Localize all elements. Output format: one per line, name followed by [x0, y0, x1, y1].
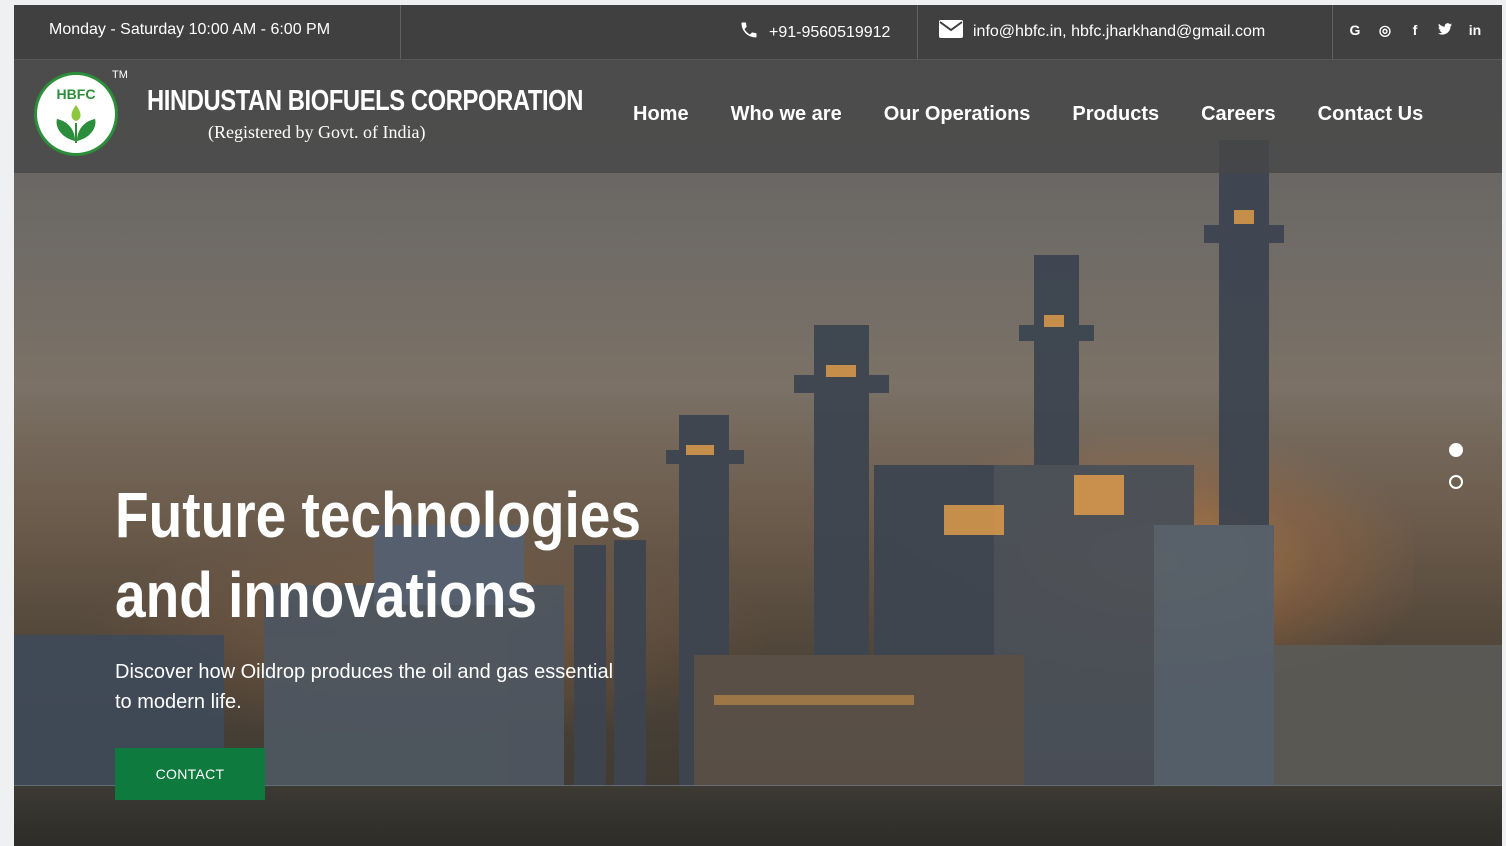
hero-title-line-2: and innovations: [115, 559, 537, 631]
hbfc-logo[interactable]: HBFC: [34, 72, 118, 156]
contact-button[interactable]: CONTACT: [115, 748, 265, 800]
nav-our-operations[interactable]: Our Operations: [884, 103, 1031, 126]
trademark-label: TM: [112, 69, 128, 81]
hero-title-line-1: Future technologies: [115, 479, 641, 551]
main-navigation: Home Who we are Our Operations Products …: [633, 103, 1465, 126]
hero-subtitle: Discover how Oildrop produces the oil an…: [115, 661, 614, 713]
brand-subtitle: (Registered by Govt. of India): [208, 122, 426, 142]
linkedin-icon[interactable]: in: [1467, 22, 1483, 39]
slider-dot-1[interactable]: [1449, 443, 1463, 457]
nav-home[interactable]: Home: [633, 103, 689, 126]
nav-who-we-are[interactable]: Who we are: [731, 103, 842, 126]
twitter-icon[interactable]: [1437, 22, 1453, 39]
divider: [1332, 5, 1333, 59]
google-icon[interactable]: G: [1347, 22, 1363, 39]
main-header: HBFC TM HINDUSTAN BIOFUELS CORPORATION (…: [14, 60, 1502, 173]
nav-contact-us[interactable]: Contact Us: [1318, 103, 1424, 126]
logo-text: HBFC: [57, 86, 96, 102]
slider-dot-2[interactable]: [1449, 475, 1463, 489]
phone-icon: [739, 20, 759, 45]
nav-products[interactable]: Products: [1072, 103, 1159, 126]
envelope-icon: [939, 20, 963, 43]
facebook-icon[interactable]: f: [1407, 22, 1423, 39]
brand-name[interactable]: HINDUSTAN BIOFUELS CORPORATION: [147, 85, 583, 118]
phone-contact[interactable]: +91-9560519912: [739, 20, 890, 45]
page-frame: Monday - Saturday 10:00 AM - 6:00 PM +91…: [14, 5, 1502, 846]
email-contact[interactable]: info@hbfc.in, hbfc.jharkhand@gmail.com: [939, 20, 1265, 43]
business-hours: Monday - Saturday 10:00 AM - 6:00 PM: [49, 21, 331, 38]
nav-careers[interactable]: Careers: [1201, 103, 1276, 126]
top-info-bar: Monday - Saturday 10:00 AM - 6:00 PM +91…: [14, 5, 1502, 60]
hero-title: Future technologies and innovations: [115, 475, 648, 635]
divider: [917, 5, 918, 59]
divider: [400, 5, 401, 59]
phone-number: +91-9560519912: [769, 23, 891, 41]
social-links: G ◎ f in: [1347, 22, 1483, 39]
whatsapp-icon[interactable]: ◎: [1377, 22, 1393, 39]
email-addresses: info@hbfc.in, hbfc.jharkhand@gmail.com: [973, 22, 1266, 40]
